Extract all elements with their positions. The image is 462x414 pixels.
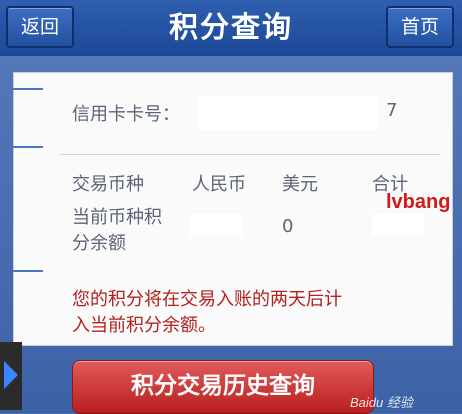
card-edge-line [13,270,43,272]
header-bar: 返回 积分查询 首页 [0,0,462,57]
points-history-button[interactable]: 积分交易历史查询 [72,360,374,414]
card-number-tail: 7 [386,100,398,121]
home-button[interactable]: 首页 [386,6,454,48]
side-panel-tab[interactable] [0,342,22,410]
baidu-watermark: Baidu 经验 [350,395,413,410]
card-edge-line [13,146,43,148]
row-label-balance-line1: 当前币种积 [72,207,162,228]
notice-line: 您的积分将在交易入账的两天后计 [72,289,342,310]
section-divider [60,154,440,155]
card-number-masked [198,96,378,130]
total-value-masked [372,214,424,236]
notice-line: 入当前积分余额。 [72,315,216,336]
col-header-currency: 交易币种 [72,174,144,195]
row-label-balance-line2: 分余额 [72,233,126,254]
arrow-right-icon [4,361,18,389]
usd-value: 0 [282,216,294,237]
card-number-label: 信用卡卡号： [72,104,180,125]
overlay-watermark-text: lvbang [386,191,451,213]
col-header-usd: 美元 [282,174,318,195]
notice-text: 您的积分将在交易入账的两天后计 入当前积分余额。 [72,287,442,339]
card-edge-line [13,88,43,90]
rmb-value-masked [190,214,242,236]
col-header-rmb: 人民币 [192,174,246,195]
